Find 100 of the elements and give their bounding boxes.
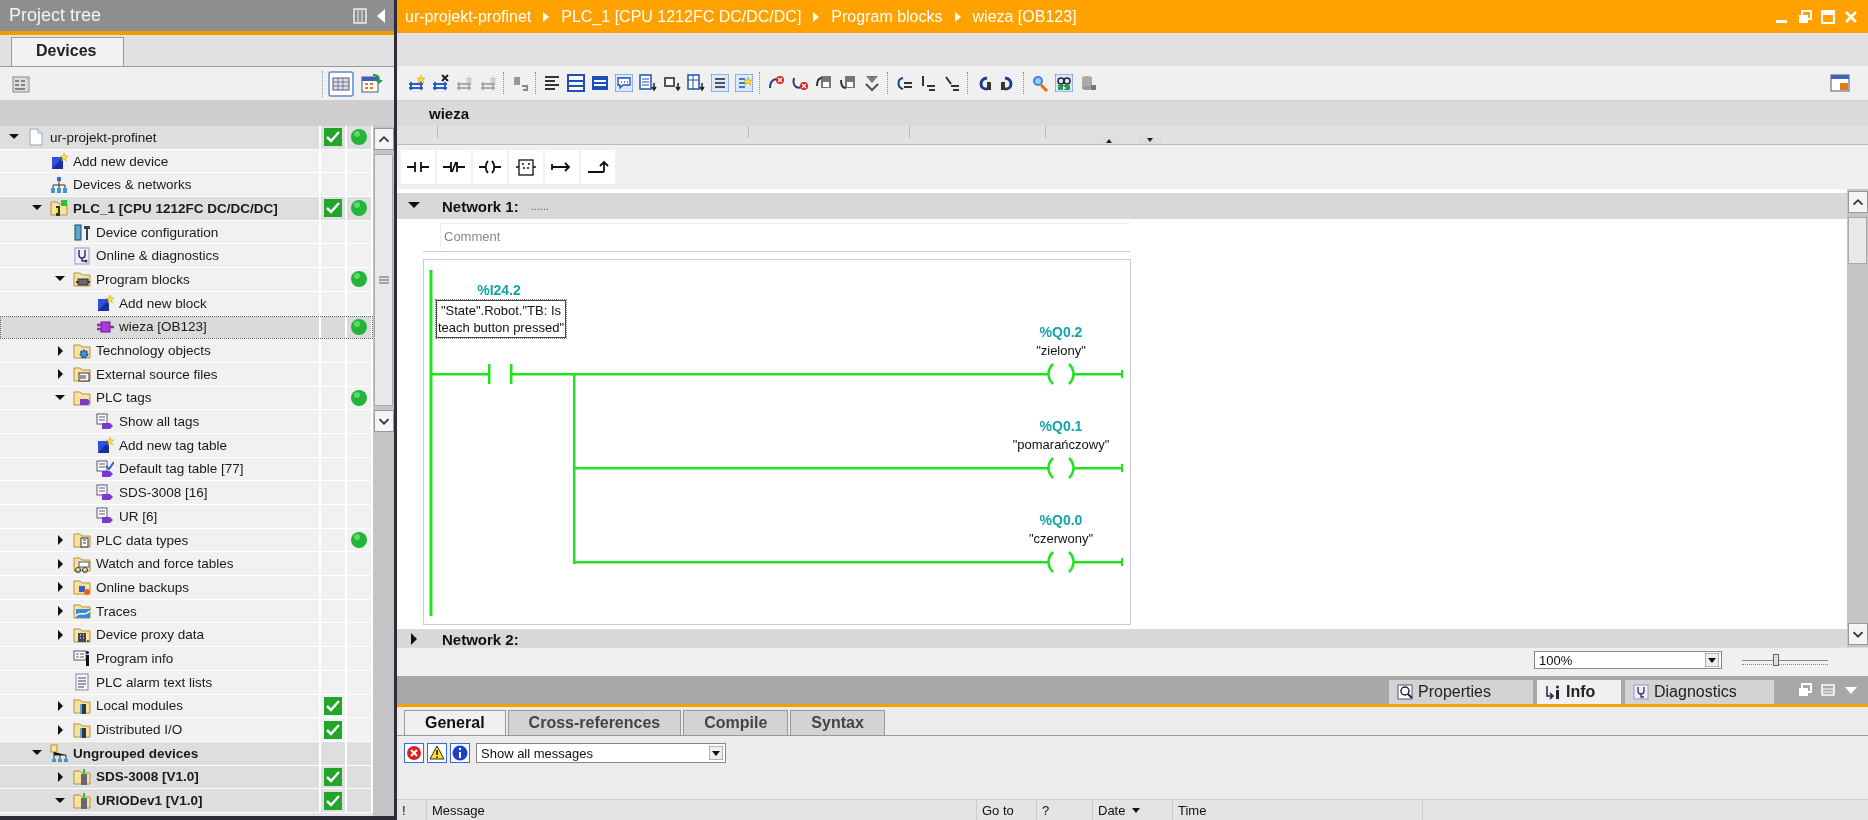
star-icon[interactable] bbox=[735, 74, 753, 92]
tree-item[interactable]: SDS-3008 [16] bbox=[0, 481, 373, 505]
dropdown-icon[interactable] bbox=[1705, 653, 1719, 667]
operand-tag[interactable]: "zielony" bbox=[986, 343, 1136, 358]
tree-item[interactable]: Device proxy data bbox=[0, 623, 373, 648]
operand-tag[interactable]: "pomarańczowy" bbox=[986, 437, 1136, 452]
network-header[interactable]: Network 2: bbox=[397, 629, 1847, 647]
add-star-icon bbox=[96, 294, 114, 313]
sort-icon bbox=[1131, 806, 1142, 814]
tag-list-icon bbox=[96, 412, 114, 431]
tree-item[interactable]: PLC data types bbox=[0, 528, 373, 553]
info-filter-icon[interactable] bbox=[450, 743, 470, 763]
database-icon[interactable] bbox=[1079, 74, 1097, 92]
add-star-icon bbox=[50, 152, 68, 171]
glasses-icon[interactable] bbox=[1055, 74, 1073, 92]
tree-item[interactable]: Add new block bbox=[0, 291, 373, 316]
column-header[interactable]: Message bbox=[427, 800, 977, 820]
download-icon[interactable] bbox=[863, 74, 881, 92]
instruction-button[interactable] bbox=[437, 150, 471, 184]
tab[interactable]: Syntax bbox=[790, 710, 885, 735]
scrollbar[interactable] bbox=[373, 126, 394, 816]
scroll-thumb[interactable] bbox=[374, 154, 393, 406]
tree-item[interactable]: Device configuration bbox=[0, 220, 373, 245]
column-header[interactable]: Date bbox=[1093, 800, 1173, 820]
scroll-up-icon[interactable] bbox=[1847, 191, 1868, 213]
instruction-button[interactable] bbox=[401, 150, 435, 184]
tree-item[interactable]: Local modules bbox=[0, 694, 373, 719]
scroll-down-icon[interactable] bbox=[1847, 623, 1868, 645]
tree-item[interactable]: Distributed I/O bbox=[0, 718, 373, 742]
scroll-thumb[interactable] bbox=[1848, 217, 1867, 264]
instruction-button[interactable] bbox=[545, 150, 579, 184]
tree-item[interactable]: Show all tags bbox=[0, 410, 373, 434]
tree-item[interactable]: Technology objects bbox=[0, 339, 373, 363]
panel-icon[interactable] bbox=[591, 74, 609, 92]
tree-item[interactable]: Online backups bbox=[0, 576, 373, 600]
tree-item[interactable]: Add new device bbox=[0, 149, 373, 174]
column-header[interactable]: Time bbox=[1173, 800, 1423, 820]
zoom-dropdown[interactable]: 100% bbox=[1534, 651, 1722, 669]
tree-item[interactable]: Program info bbox=[0, 647, 373, 671]
warning-filter-icon[interactable] bbox=[427, 743, 447, 763]
tree-item[interactable]: Online & diagnostics bbox=[0, 244, 373, 269]
block-name: wieza bbox=[429, 105, 470, 122]
collapse-icon[interactable] bbox=[376, 7, 386, 24]
scroll-down-icon[interactable] bbox=[373, 410, 394, 432]
instruction-button[interactable] bbox=[581, 150, 615, 184]
column-header[interactable]: Go to bbox=[977, 800, 1037, 820]
table-down-icon[interactable] bbox=[687, 74, 705, 92]
tab[interactable]: General bbox=[404, 710, 506, 735]
instruction-button[interactable] bbox=[473, 150, 507, 184]
search-icon[interactable] bbox=[1031, 74, 1049, 92]
operand-tag[interactable]: "czerwony" bbox=[986, 531, 1136, 546]
network-header[interactable]: Network 1: ...... bbox=[397, 193, 1847, 219]
dropdown-icon[interactable] bbox=[709, 746, 723, 760]
tree-item[interactable]: Default tag table [77] bbox=[0, 457, 373, 482]
list-down-icon[interactable] bbox=[639, 74, 657, 92]
tree-item[interactable]: Devices & networks bbox=[0, 173, 373, 198]
list-icon[interactable] bbox=[711, 74, 729, 92]
list-icon[interactable] bbox=[543, 74, 561, 92]
monitor-down-icon[interactable] bbox=[663, 74, 681, 92]
tab[interactable]: Diagnostics bbox=[1625, 680, 1774, 704]
comment-icon[interactable] bbox=[615, 74, 633, 92]
tree-item[interactable]: UR [6] bbox=[0, 505, 373, 529]
backup-folder-icon bbox=[73, 578, 91, 597]
tree-item[interactable]: Program blocks bbox=[0, 268, 373, 292]
operand-tag[interactable]: "State".Robot."TB: Is teach button pressed" bbox=[436, 300, 566, 338]
zoom-slider[interactable] bbox=[1742, 652, 1828, 668]
tab[interactable]: Properties bbox=[1389, 680, 1533, 704]
tree-item[interactable]: URIODev1 [V1.0] bbox=[0, 789, 373, 813]
tree-item[interactable]: Traces bbox=[0, 599, 373, 624]
instruction-button[interactable] bbox=[509, 150, 543, 184]
tree-item[interactable]: wieza [OB123] bbox=[0, 315, 373, 340]
tree-item[interactable]: PLC alarm text lists bbox=[0, 670, 373, 695]
window-icon[interactable] bbox=[1830, 74, 1850, 92]
tree-item[interactable]: PLC_1 [CPU 1212FC DC/DC/DC] bbox=[0, 197, 373, 221]
tree-item[interactable]: Ungrouped devices bbox=[0, 741, 373, 766]
tree-item[interactable]: External source files bbox=[0, 362, 373, 387]
tree-item[interactable]: Add new tag table bbox=[0, 433, 373, 458]
error-filter-icon[interactable] bbox=[404, 743, 424, 763]
tab[interactable]: Cross-references bbox=[507, 710, 682, 735]
columns-icon[interactable] bbox=[353, 7, 367, 24]
comment-field[interactable]: Comment bbox=[440, 223, 1130, 249]
filter-dropdown[interactable]: Show all messages bbox=[476, 743, 726, 763]
table-view-icon[interactable] bbox=[328, 70, 354, 97]
scroll-up-icon[interactable] bbox=[373, 128, 394, 150]
slider-thumb[interactable] bbox=[1773, 654, 1780, 666]
network-plus-icon[interactable] bbox=[407, 74, 425, 92]
network-cross-icon[interactable] bbox=[431, 74, 449, 92]
empty-box-icon bbox=[514, 158, 538, 176]
tab[interactable]: Info bbox=[1537, 680, 1621, 704]
tab[interactable]: Compile bbox=[683, 710, 789, 735]
column-header[interactable]: ! bbox=[397, 800, 427, 820]
tree-item[interactable]: PLC tags bbox=[0, 386, 373, 411]
scrollbar[interactable] bbox=[1847, 189, 1868, 647]
tab[interactable]: Devices bbox=[11, 37, 124, 66]
column-header[interactable]: ? bbox=[1037, 800, 1093, 820]
panel-icon[interactable] bbox=[567, 74, 585, 92]
tree-item[interactable]: Watch and force tables bbox=[0, 552, 373, 577]
tree-item[interactable]: ur-projekt-profinet bbox=[0, 126, 373, 150]
glasses-folder-icon bbox=[73, 554, 91, 573]
tree-item[interactable]: SDS-3008 [V1.0] bbox=[0, 765, 373, 790]
